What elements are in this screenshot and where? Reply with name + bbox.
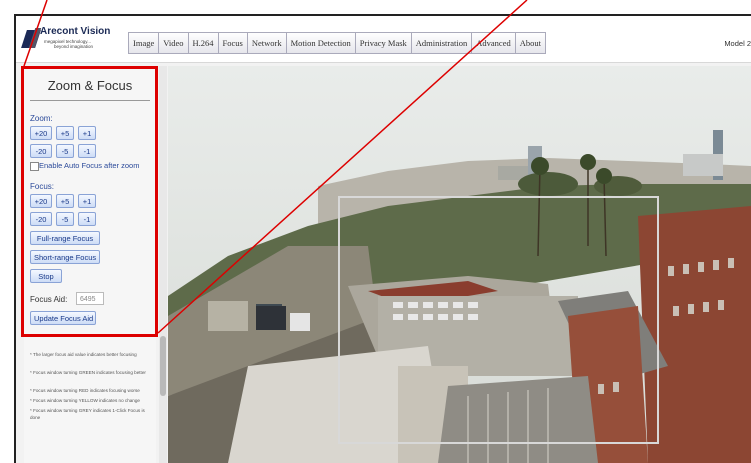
annotation-arrow-left	[23, 0, 48, 67]
annotation-arrows	[23, 0, 528, 334]
annotation-arrow-right	[157, 0, 528, 334]
